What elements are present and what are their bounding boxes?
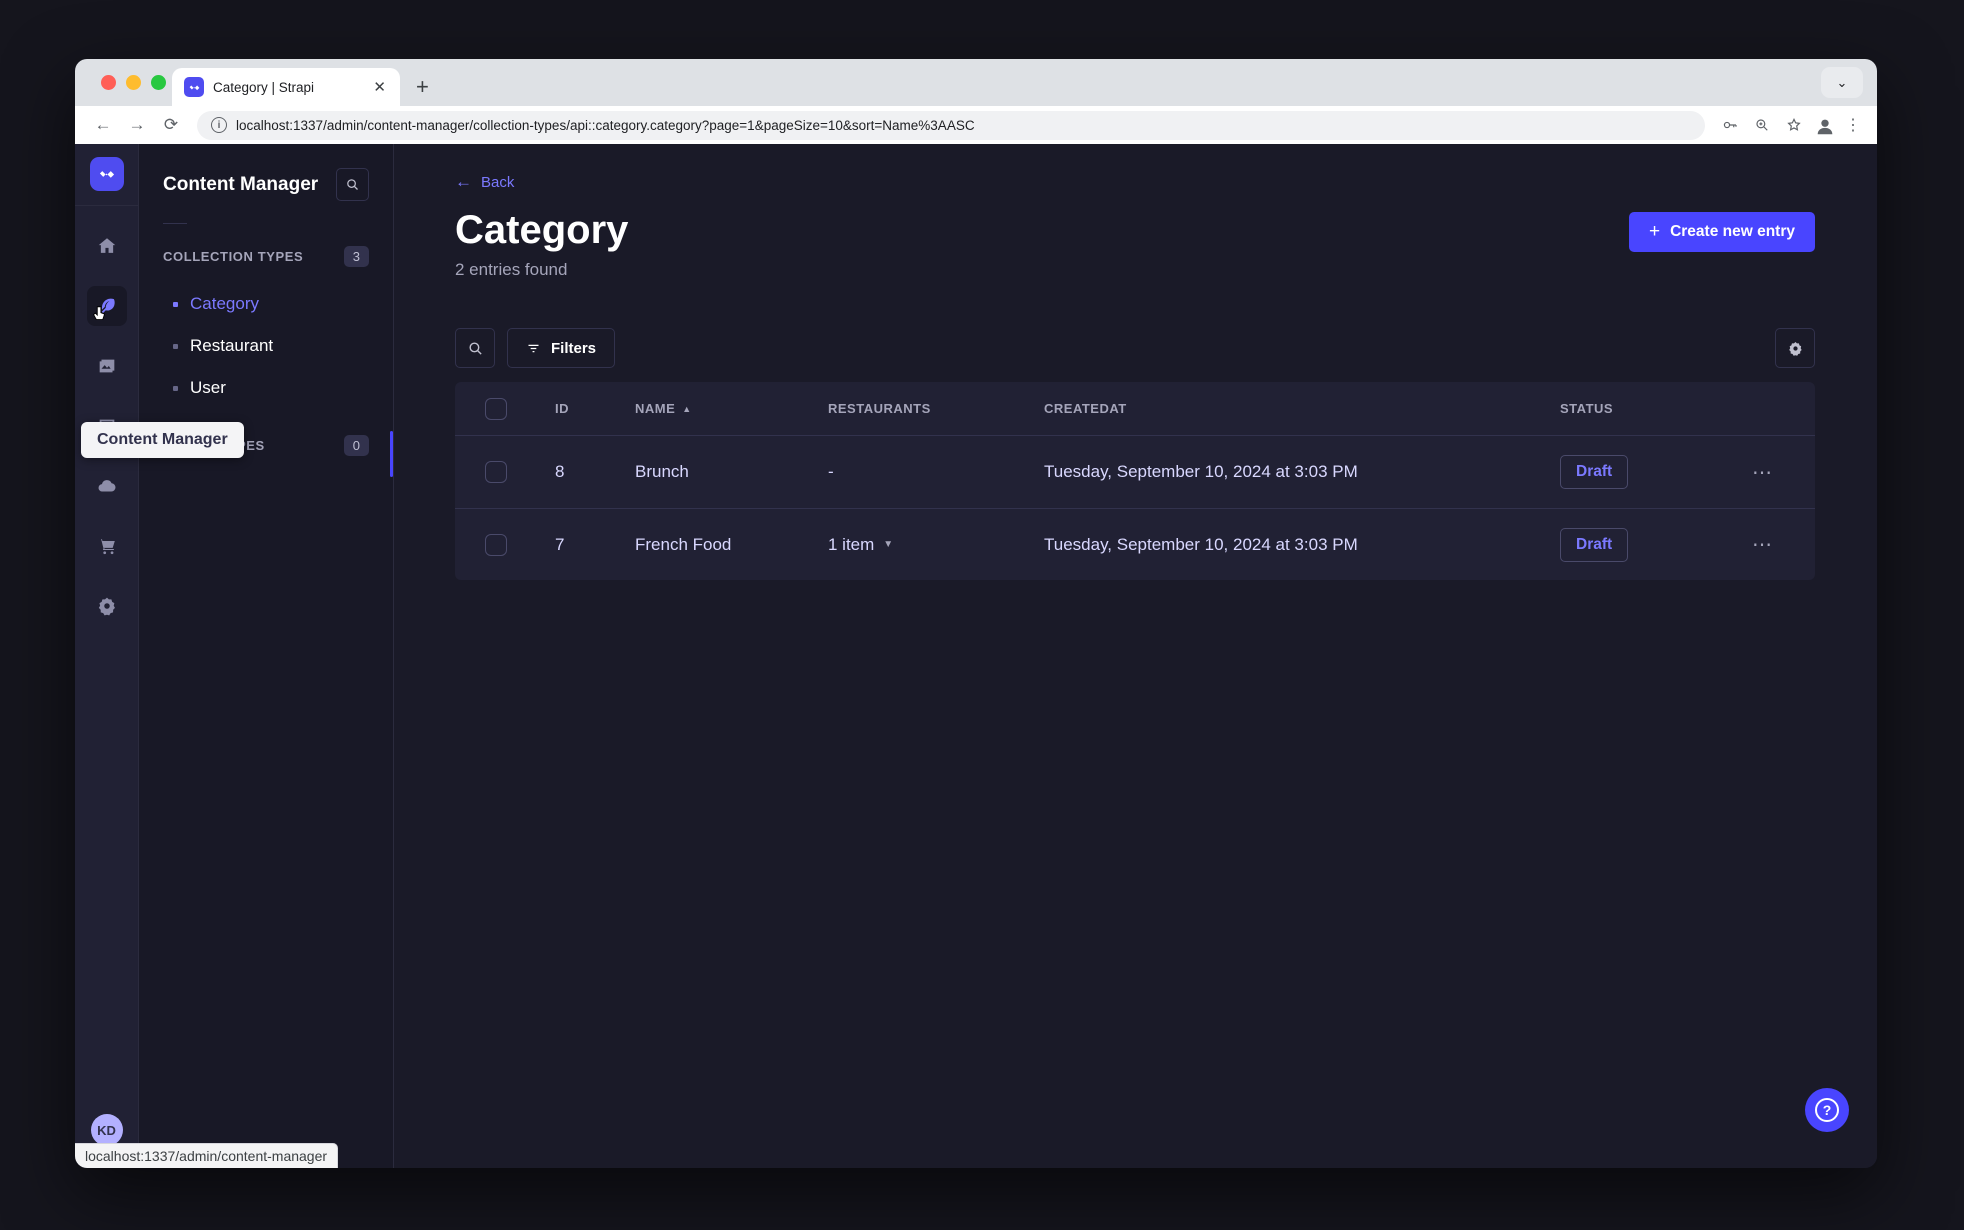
url-text: localhost:1337/admin/content-manager/col… bbox=[236, 117, 975, 133]
select-all-checkbox[interactable] bbox=[485, 397, 507, 420]
nav-content-manager-icon[interactable] bbox=[86, 286, 127, 326]
cell-id: 7 bbox=[555, 534, 565, 554]
new-tab-button[interactable]: + bbox=[416, 76, 429, 98]
chevron-down-icon: ▼ bbox=[883, 539, 894, 550]
bookmark-star-icon[interactable] bbox=[1781, 112, 1807, 138]
cell-restaurants[interactable]: 1 item ▼ bbox=[828, 535, 1044, 555]
back-link-label: Back bbox=[481, 173, 515, 191]
entries-count: 2 entries found bbox=[455, 260, 568, 279]
column-header-restaurants[interactable]: RESTAURANTS bbox=[828, 401, 1044, 416]
table-search-button[interactable] bbox=[455, 328, 495, 368]
status-badge: Draft bbox=[1560, 527, 1629, 562]
subnav-item-label: User bbox=[190, 378, 226, 397]
back-icon[interactable]: ← bbox=[89, 111, 117, 139]
table-row[interactable]: 7 French Food 1 item ▼ Tuesday, Septembe… bbox=[455, 508, 1815, 580]
row-checkbox[interactable] bbox=[485, 461, 507, 483]
column-header-createdat[interactable]: CREATEDAT bbox=[1044, 401, 1560, 416]
link-status-bar: localhost:1337/admin/content-manager bbox=[75, 1143, 339, 1168]
close-window-button[interactable] bbox=[101, 75, 116, 90]
sidebar-divider bbox=[75, 205, 139, 206]
bullet-icon bbox=[173, 301, 178, 307]
browser-menu-icon[interactable]: ⋮ bbox=[1843, 115, 1863, 135]
subnav-item-user[interactable]: User bbox=[139, 367, 393, 409]
maximize-window-button[interactable] bbox=[151, 75, 166, 90]
plus-icon: + bbox=[1648, 221, 1661, 242]
question-mark-icon: ? bbox=[1815, 1098, 1839, 1122]
subnav-item-restaurant[interactable]: Restaurant bbox=[139, 325, 393, 367]
tab-search-chevron-icon[interactable]: ⌄ bbox=[1821, 67, 1863, 98]
subnav-divider bbox=[163, 223, 187, 224]
subnav-search-button[interactable] bbox=[336, 168, 369, 201]
subnav-item-category[interactable]: Category bbox=[139, 283, 393, 325]
help-button[interactable]: ? bbox=[1805, 1088, 1849, 1132]
strapi-app: KD Content Manager COLLECTION TYPES 3 Ca… bbox=[75, 144, 1877, 1168]
collection-types-label: COLLECTION TYPES bbox=[163, 249, 304, 264]
window-controls bbox=[101, 75, 166, 90]
password-key-icon[interactable] bbox=[1717, 112, 1743, 138]
create-new-entry-button[interactable]: + Create new entry bbox=[1628, 212, 1815, 252]
page-title: Category bbox=[455, 208, 629, 252]
nav-home-icon[interactable] bbox=[87, 226, 127, 266]
content-manager-subnav: Content Manager COLLECTION TYPES 3 Categ… bbox=[81, 144, 394, 1168]
tab-close-icon[interactable]: ✕ bbox=[369, 78, 390, 96]
tab-title: Category | Strapi bbox=[213, 79, 315, 95]
gear-icon bbox=[1788, 341, 1802, 356]
row-actions-button[interactable]: ⋯ bbox=[1752, 460, 1815, 485]
minimize-window-button[interactable] bbox=[126, 75, 141, 90]
cell-name: Brunch bbox=[635, 462, 689, 481]
strapi-logo-icon[interactable] bbox=[89, 157, 124, 191]
filter-icon bbox=[528, 344, 539, 352]
cell-id: 8 bbox=[555, 462, 565, 481]
subnav-item-label: Category bbox=[190, 294, 259, 313]
single-types-count-badge: 0 bbox=[343, 435, 369, 456]
browser-toolbar: ← → ⟳ i localhost:1337/admin/content-man… bbox=[75, 106, 1877, 144]
nav-marketplace-icon[interactable] bbox=[87, 526, 127, 566]
nav-media-library-icon[interactable] bbox=[87, 346, 127, 386]
cell-restaurants: - bbox=[828, 462, 834, 481]
create-button-label: Create new entry bbox=[1670, 223, 1795, 240]
cell-createdat: Tuesday, September 10, 2024 at 3:03 PM bbox=[1044, 534, 1358, 554]
url-bar[interactable]: i localhost:1337/admin/content-manager/c… bbox=[197, 110, 1705, 140]
bullet-icon bbox=[173, 385, 178, 391]
subnav-item-label: Restaurant bbox=[190, 336, 274, 355]
user-avatar[interactable]: KD bbox=[90, 1114, 123, 1146]
filters-button[interactable]: Filters bbox=[507, 328, 616, 368]
reload-icon[interactable]: ⟳ bbox=[157, 111, 185, 139]
bullet-icon bbox=[173, 343, 178, 349]
forward-icon[interactable]: → bbox=[123, 111, 151, 139]
site-info-icon[interactable]: i bbox=[211, 117, 227, 133]
collection-types-count-badge: 3 bbox=[343, 246, 369, 267]
filters-button-label: Filters bbox=[551, 339, 597, 357]
row-actions-button[interactable]: ⋯ bbox=[1752, 532, 1815, 557]
nav-cloud-icon[interactable] bbox=[87, 466, 127, 506]
main-nav-sidebar: KD bbox=[75, 144, 139, 1168]
back-link[interactable]: ← Back bbox=[455, 172, 514, 192]
nav-settings-icon[interactable] bbox=[87, 586, 127, 626]
cell-createdat: Tuesday, September 10, 2024 at 3:03 PM bbox=[1044, 462, 1358, 481]
strapi-favicon-icon bbox=[184, 77, 204, 97]
back-arrow-icon: ← bbox=[455, 172, 472, 191]
table-row[interactable]: 8 Brunch - Tuesday, September 10, 2024 a… bbox=[455, 436, 1815, 508]
cell-name: French Food bbox=[635, 534, 732, 554]
browser-window: Category | Strapi ✕ + ⌄ ← → ⟳ i localhos… bbox=[75, 59, 1877, 1168]
column-header-name[interactable]: NAME ▲ bbox=[635, 401, 828, 416]
column-header-status[interactable]: STATUS bbox=[1560, 401, 1752, 416]
mouse-cursor-icon bbox=[92, 306, 105, 321]
active-item-indicator bbox=[390, 431, 393, 477]
main-content: ← Back Category 2 entries found + Create… bbox=[394, 144, 1877, 1168]
column-header-id[interactable]: ID bbox=[555, 401, 635, 416]
row-checkbox[interactable] bbox=[485, 533, 507, 556]
status-badge: Draft bbox=[1560, 455, 1629, 489]
table-header-row: ID NAME ▲ RESTAURANTS CREATEDAT STATUS bbox=[455, 382, 1815, 436]
browser-tabstrip: Category | Strapi ✕ + ⌄ bbox=[75, 59, 1877, 106]
content-manager-tooltip: Content Manager bbox=[81, 422, 244, 458]
profile-avatar-icon[interactable] bbox=[1813, 113, 1837, 137]
entries-table: ID NAME ▲ RESTAURANTS CREATEDAT STATUS 8… bbox=[455, 382, 1815, 580]
subnav-title: Content Manager bbox=[163, 173, 319, 195]
table-settings-button[interactable] bbox=[1775, 328, 1815, 368]
zoom-lens-icon[interactable] bbox=[1749, 112, 1775, 138]
sort-asc-icon: ▲ bbox=[682, 403, 692, 414]
browser-tab[interactable]: Category | Strapi ✕ bbox=[172, 68, 400, 106]
